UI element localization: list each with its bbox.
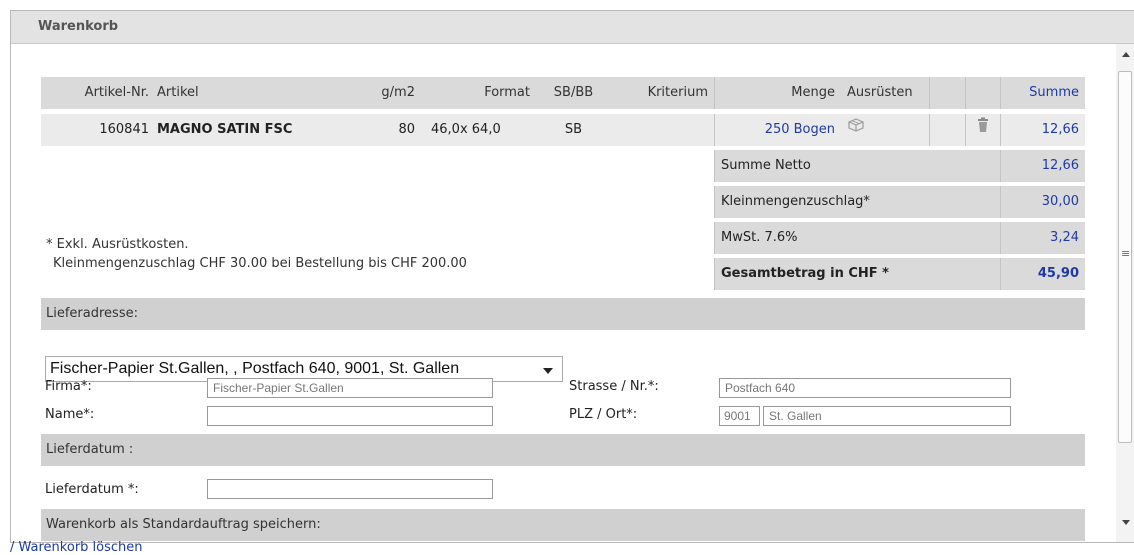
section-standardauftrag: Warenkorb als Standardauftrag speichern: xyxy=(41,509,1085,541)
col-header-artikel: Artikel xyxy=(155,77,363,109)
grip-icon: ≡ xyxy=(1121,247,1131,260)
lieferdatum-label: Lieferdatum *: xyxy=(45,482,139,497)
section-lieferdatum: Lieferdatum : xyxy=(41,434,1085,466)
note-kleinmenge: Kleinmengenzuschlag CHF 30.00 bei Bestel… xyxy=(53,256,467,271)
address-select-value: Fischer-Papier St.Gallen, , Postfach 640… xyxy=(50,360,460,377)
panel-title: Warenkorb xyxy=(38,19,119,34)
name-label: Name*: xyxy=(45,407,95,422)
row-artikel: MAGNO SATIN FSC xyxy=(155,114,363,146)
netto-value: 12,66 xyxy=(1000,150,1085,182)
scroll-up-icon[interactable] xyxy=(1122,52,1130,57)
row-sbbb: SB xyxy=(536,114,611,146)
row-summe: 12,66 xyxy=(1000,114,1085,146)
warenkorb-panel: Warenkorb Artikel-Nr. Artikel g/m2 Forma… xyxy=(10,10,1134,543)
note-exkl: * Exkl. Ausrüstkosten. xyxy=(46,237,189,252)
strasse-field[interactable] xyxy=(719,378,1011,398)
plzort-label: PLZ / Ort*: xyxy=(569,407,638,422)
row-ausruesten xyxy=(841,114,929,146)
lieferdatum-field[interactable] xyxy=(207,479,493,499)
col-header-empty-2 xyxy=(965,77,1000,109)
trash-icon[interactable] xyxy=(977,114,989,146)
row-delete xyxy=(965,114,1000,146)
col-header-sbbb: SB/BB xyxy=(536,77,611,109)
scroll-down-icon[interactable] xyxy=(1122,520,1130,525)
col-header-summe: Summe xyxy=(1000,77,1085,109)
panel-header: Warenkorb xyxy=(11,11,1134,44)
col-header-kriterium: Kriterium xyxy=(611,77,714,109)
ort-field[interactable] xyxy=(763,406,1011,426)
row-menge[interactable]: 250 Bogen xyxy=(714,114,841,146)
row-format: 46,0x 64,0 xyxy=(421,114,536,146)
col-header-format: Format xyxy=(421,77,536,109)
strasse-label: Strasse / Nr.*: xyxy=(569,379,659,394)
warenkorb-loeschen-link[interactable]: / Warenkorb löschen xyxy=(10,540,143,555)
col-header-ausruesten: Ausrüsten xyxy=(841,77,929,109)
chevron-down-icon xyxy=(543,368,553,374)
netto-label: Summe Netto xyxy=(714,150,1000,182)
plz-field[interactable] xyxy=(719,406,760,426)
col-header-empty-1 xyxy=(929,77,965,109)
row-gm2: 80 xyxy=(363,114,421,146)
row-empty-1 xyxy=(929,114,965,146)
col-header-menge: Menge xyxy=(714,77,841,109)
mwst-label: MwSt. 7.6% xyxy=(714,222,1000,254)
mwst-value: 3,24 xyxy=(1000,222,1085,254)
zuschlag-label: Kleinmengenzuschlag* xyxy=(714,186,1000,218)
row-artnr: 160841 xyxy=(41,114,155,146)
zuschlag-value: 30,00 xyxy=(1000,186,1085,218)
name-field[interactable] xyxy=(207,406,493,426)
gesamt-value: 45,90 xyxy=(1000,258,1085,290)
box-icon[interactable] xyxy=(847,114,865,146)
col-header-gm2: g/m2 xyxy=(363,77,421,109)
section-lieferadresse: Lieferadresse: xyxy=(41,298,1085,330)
firma-label: Firma*: xyxy=(45,379,92,394)
col-header-artnr: Artikel-Nr. xyxy=(41,77,155,109)
firma-field[interactable] xyxy=(207,378,493,398)
gesamt-label: Gesamtbetrag in CHF * xyxy=(714,258,1000,290)
row-kriterium xyxy=(611,114,714,146)
